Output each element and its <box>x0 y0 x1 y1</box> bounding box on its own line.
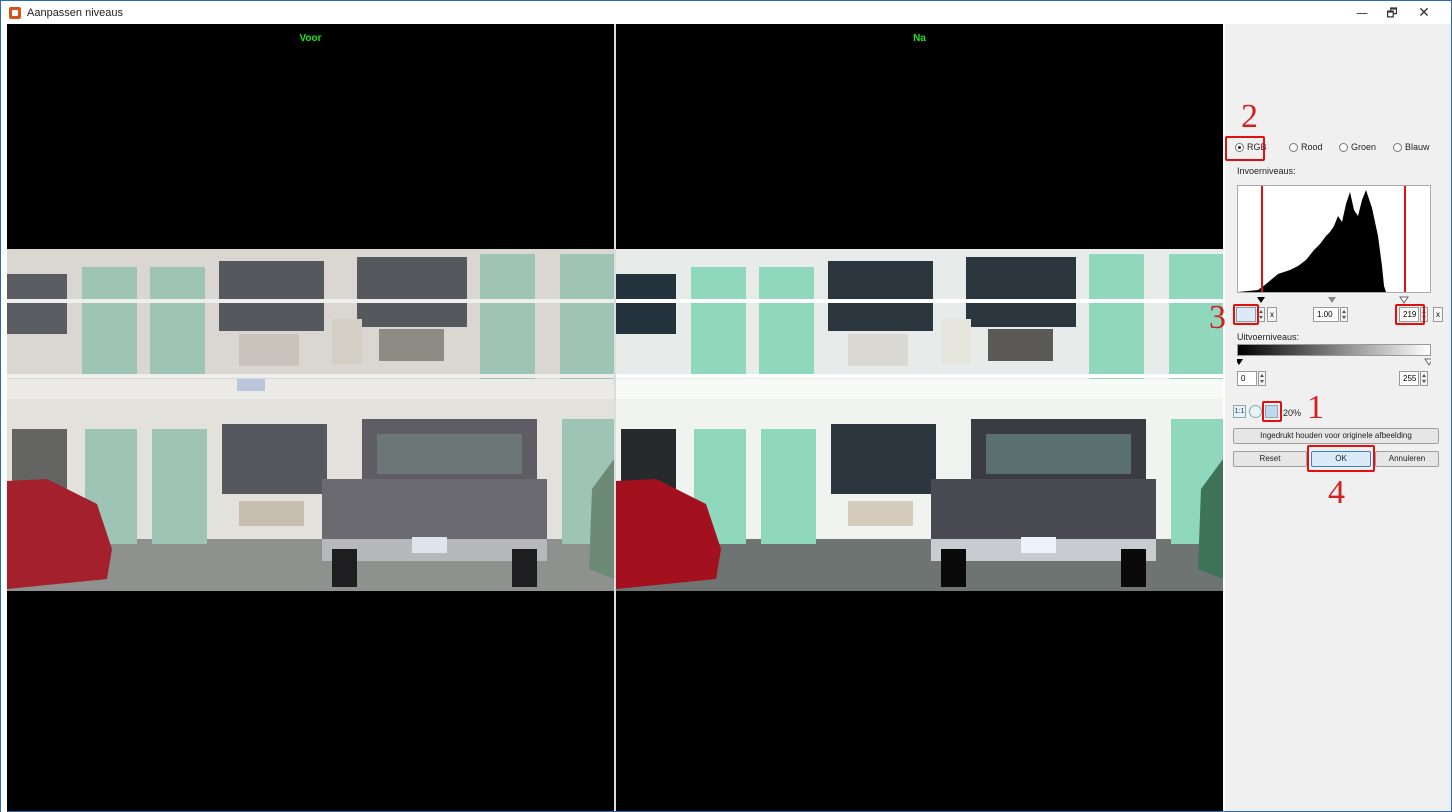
highlight-zoom-icon <box>1262 401 1282 422</box>
levels-panel: 2 RGB Rood Groen Blauw Invoerniveaus: 3 … <box>1209 24 1451 811</box>
input-white-clear[interactable]: x <box>1433 307 1443 322</box>
highlight-input-black <box>1233 304 1259 325</box>
radio-groen[interactable]: Groen <box>1339 142 1376 152</box>
histogram-graph <box>1238 186 1406 292</box>
input-levels-label: Invoerniveaus: <box>1237 166 1296 176</box>
cancel-button[interactable]: Annuleren <box>1375 451 1439 467</box>
reset-button[interactable]: Reset <box>1233 451 1307 467</box>
output-levels-label: Uitvoerniveaus: <box>1237 332 1300 342</box>
close-button[interactable]: ✕ <box>1409 4 1439 22</box>
histogram <box>1237 185 1431 293</box>
input-gamma-field[interactable]: 1.00 <box>1313 307 1339 322</box>
restore-button[interactable]: 🗗 <box>1377 4 1407 22</box>
minimize-button[interactable]: — <box>1347 4 1377 22</box>
radio-blauw[interactable]: Blauw <box>1393 142 1430 152</box>
window-title: Aanpassen niveaus <box>27 7 124 19</box>
input-slider[interactable] <box>1237 294 1431 304</box>
annotation-3: 3 <box>1209 299 1226 336</box>
output-black-spinner[interactable] <box>1258 371 1266 386</box>
preview-before: Voor <box>7 24 614 811</box>
annotation-4: 4 <box>1328 474 1345 511</box>
annotation-1: 1 <box>1307 389 1324 426</box>
actual-size-icon[interactable]: 1:1 <box>1233 405 1246 418</box>
zoom-percent: 20% <box>1283 408 1302 418</box>
highlight-ok <box>1307 445 1375 472</box>
after-label: Na <box>913 33 926 44</box>
before-label: Voor <box>299 33 322 44</box>
output-black-field[interactable]: 0 <box>1237 371 1257 386</box>
hold-original-button[interactable]: Ingedrukt houden voor originele afbeeldi… <box>1233 428 1439 444</box>
preview-after: Na <box>616 24 1223 811</box>
output-white-field[interactable]: 255 <box>1399 371 1419 386</box>
title-bar: Aanpassen niveaus — 🗗 ✕ <box>0 0 1452 24</box>
input-gamma-spinner[interactable] <box>1340 307 1348 322</box>
output-slider[interactable] <box>1237 357 1431 367</box>
after-photo <box>616 249 1223 591</box>
window-body: Voor Na 2 RGB Rood Groen Blauw Invoerniv… <box>0 24 1452 812</box>
output-white-spinner[interactable] <box>1420 371 1428 386</box>
radio-rood[interactable]: Rood <box>1289 142 1323 152</box>
fit-icon[interactable] <box>1249 405 1262 418</box>
highlight-rgb <box>1225 136 1265 161</box>
input-black-clear[interactable]: x <box>1267 307 1277 322</box>
before-photo <box>7 249 614 591</box>
output-gradient <box>1237 344 1431 356</box>
highlight-input-white <box>1395 304 1425 325</box>
annotation-2: 2 <box>1241 98 1258 135</box>
app-icon <box>9 7 21 19</box>
